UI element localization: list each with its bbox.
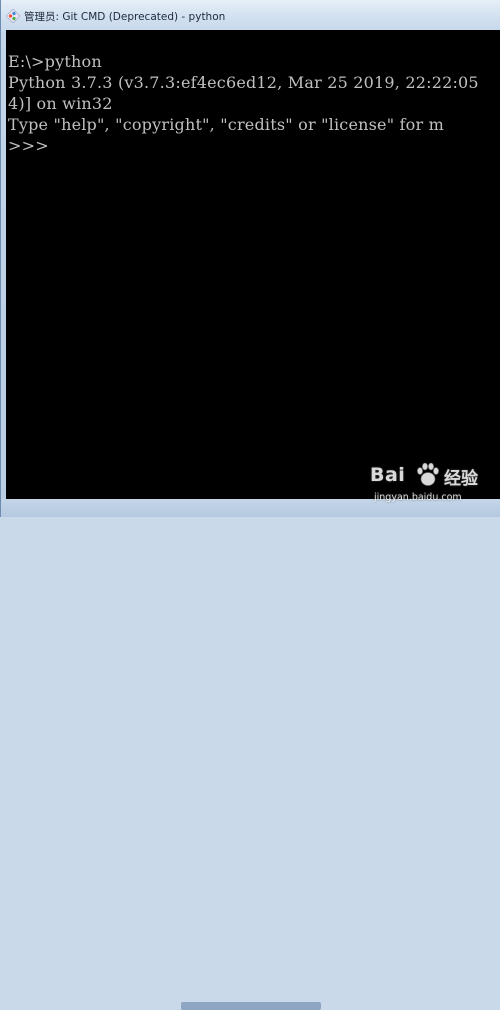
- console-line-command: E:\>python: [8, 52, 102, 71]
- baidu-jingyan-watermark: Bai 经验 jingyan.baidu.com: [370, 462, 494, 514]
- baidu-paw-icon: [417, 462, 439, 486]
- console-output-area[interactable]: E:\>python Python 3.7.3 (v3.7.3:ef4ec6ed…: [6, 30, 500, 499]
- console-line-help-hint: Type "help", "copyright", "credits" or "…: [8, 115, 445, 134]
- watermark-url: jingyan.baidu.com: [374, 492, 462, 503]
- console-window: 管理员: Git CMD (Deprecated) - python E:\>p…: [0, 0, 500, 1010]
- git-cmd-app-icon[interactable]: [6, 9, 20, 23]
- title-bar[interactable]: 管理员: Git CMD (Deprecated) - python: [1, 0, 500, 32]
- watermark-jingyan-text: 经验: [444, 469, 478, 489]
- window-title: 管理员: Git CMD (Deprecated) - python: [24, 11, 226, 23]
- watermark-brand-text: Bai: [370, 464, 406, 486]
- console-line-version: Python 3.7.3 (v3.7.3:ef4ec6ed12, Mar 25 …: [8, 73, 479, 92]
- console-line-platform: 4)] on win32: [8, 94, 113, 113]
- horizontal-scroll-thumb[interactable]: [181, 1002, 321, 1010]
- console-prompt[interactable]: >>>: [8, 136, 49, 155]
